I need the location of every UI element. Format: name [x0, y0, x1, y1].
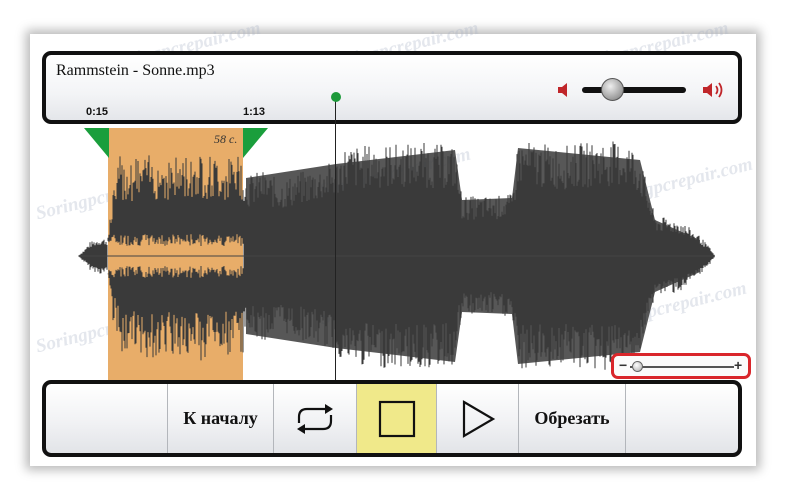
loop-icon: [297, 403, 333, 434]
stop-icon: [378, 400, 415, 437]
trim-button[interactable]: Обрезать: [519, 384, 626, 453]
zoom-slider-thumb[interactable]: [632, 361, 643, 372]
selection-length-label: 58 с.: [214, 132, 238, 146]
toolbar-empty-left: [46, 384, 168, 453]
playback-toolbar: К началу Обрезать: [42, 380, 742, 457]
play-icon: [462, 399, 495, 438]
selection-start-marker[interactable]: [84, 128, 109, 158]
playhead-line: [335, 100, 336, 382]
toolbar-empty-right: [626, 384, 738, 453]
loop-button[interactable]: [274, 384, 357, 453]
zoom-slider-track[interactable]: [630, 366, 734, 368]
play-button[interactable]: [437, 384, 519, 453]
zoom-in-icon[interactable]: +: [734, 358, 742, 372]
zoom-out-icon[interactable]: −: [619, 358, 627, 372]
playhead-handle[interactable]: [331, 92, 341, 102]
stop-button[interactable]: [357, 384, 437, 453]
go-to-start-button[interactable]: К началу: [168, 384, 274, 453]
selection-end-marker[interactable]: [243, 128, 268, 158]
